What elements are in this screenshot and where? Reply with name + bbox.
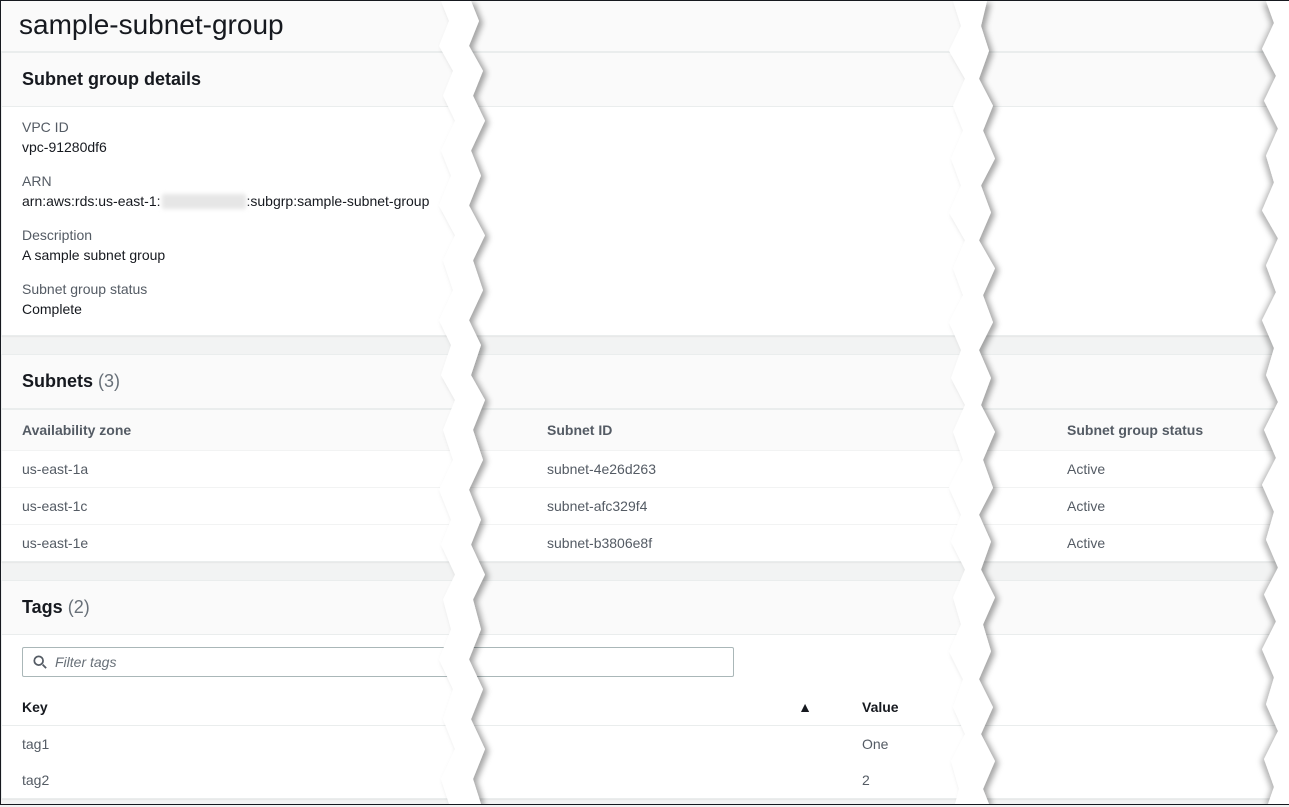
cell-status: Active xyxy=(1027,451,1287,488)
filter-tags-input[interactable] xyxy=(55,654,723,670)
subnets-header-row: Availability zone Subnet ID Subnet group… xyxy=(2,410,1287,451)
description-label: Description xyxy=(22,227,1267,243)
tags-header-row: Key ▲ Value xyxy=(2,689,1287,726)
arn-suffix: :subgrp:sample-subnet-group xyxy=(247,193,430,209)
subnets-heading: Subnets (3) xyxy=(22,371,1267,392)
description-value: A sample subnet group xyxy=(22,247,1267,263)
vpc-id-label: VPC ID xyxy=(22,119,1267,135)
table-row[interactable]: us-east-1c subnet-afc329f4 Active xyxy=(2,488,1287,525)
cell-subnet-id: subnet-b3806e8f xyxy=(527,525,1027,562)
column-key[interactable]: Key ▲ xyxy=(2,689,842,726)
tags-panel: Tags (2) Key ▲ xyxy=(1,580,1288,799)
cell-value: 2 xyxy=(842,762,1287,798)
subnets-count: (3) xyxy=(98,371,120,391)
arn-prefix: arn:aws:rds:us-east-1: xyxy=(22,193,161,209)
status-value: Complete xyxy=(22,301,1267,317)
cell-status: Active xyxy=(1027,525,1287,562)
table-row[interactable]: tag2 2 xyxy=(2,762,1287,798)
search-icon xyxy=(33,655,47,669)
table-row[interactable]: tag1 One xyxy=(2,726,1287,763)
cell-az: us-east-1c xyxy=(2,488,527,525)
cell-az: us-east-1e xyxy=(2,525,527,562)
tags-table: Key ▲ Value tag1 One tag2 2 xyxy=(2,689,1287,798)
column-subnet-status[interactable]: Subnet group status xyxy=(1027,410,1287,451)
subnets-table: Availability zone Subnet ID Subnet group… xyxy=(2,409,1287,561)
arn-redacted-account xyxy=(162,194,246,209)
filter-tags-box[interactable] xyxy=(22,647,734,677)
status-label: Subnet group status xyxy=(22,281,1267,297)
column-az[interactable]: Availability zone xyxy=(2,410,527,451)
sort-asc-icon: ▲ xyxy=(798,699,812,715)
table-row[interactable]: us-east-1e subnet-b3806e8f Active xyxy=(2,525,1287,562)
column-value[interactable]: Value xyxy=(842,689,1287,726)
subnets-panel: Subnets (3) Availability zone Subnet ID … xyxy=(1,354,1288,562)
arn-label: ARN xyxy=(22,173,1267,189)
cell-az: us-east-1a xyxy=(2,451,527,488)
cell-key: tag2 xyxy=(2,762,842,798)
cell-subnet-id: subnet-afc329f4 xyxy=(527,488,1027,525)
column-subnet-id[interactable]: Subnet ID xyxy=(527,410,1027,451)
column-key-label: Key xyxy=(22,699,48,715)
details-panel: Subnet group details VPC ID vpc-91280df6… xyxy=(1,52,1288,336)
cell-status: Active xyxy=(1027,488,1287,525)
arn-value: arn:aws:rds:us-east-1: :subgrp:sample-su… xyxy=(22,193,1267,209)
cell-key: tag1 xyxy=(2,726,842,763)
cell-value: One xyxy=(842,726,1287,763)
tags-heading: Tags (2) xyxy=(22,597,1267,618)
page-title: sample-subnet-group xyxy=(19,9,1270,41)
vpc-id-value: vpc-91280df6 xyxy=(22,139,1267,155)
cell-subnet-id: subnet-4e26d263 xyxy=(527,451,1027,488)
tags-count: (2) xyxy=(68,597,90,617)
subnets-heading-text: Subnets xyxy=(22,371,93,391)
tags-heading-text: Tags xyxy=(22,597,63,617)
table-row[interactable]: us-east-1a subnet-4e26d263 Active xyxy=(2,451,1287,488)
details-heading: Subnet group details xyxy=(22,69,1267,90)
